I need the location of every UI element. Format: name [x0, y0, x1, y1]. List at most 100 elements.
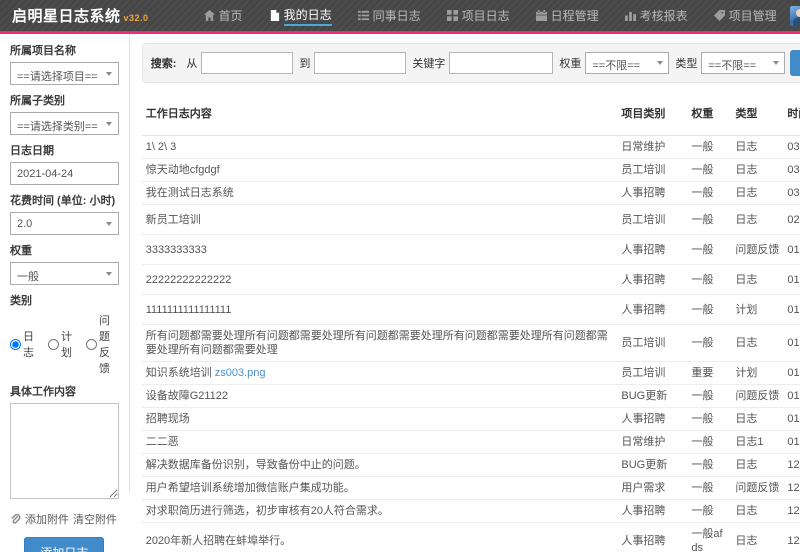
- log-weight-cell: 一般: [687, 408, 731, 431]
- search-button[interactable]: 搜索: [790, 50, 800, 76]
- nav-label: 项目管理: [729, 7, 777, 24]
- date-label: 日志日期: [10, 142, 119, 158]
- type-filter-label: 类型: [675, 55, 697, 71]
- log-category-cell: 员工培训: [617, 205, 687, 235]
- table-row: 设备故障G21122BUG更新一般问题反馈01-150.50: [142, 385, 800, 408]
- log-category-cell: 员工培训: [617, 362, 687, 385]
- log-type-cell: 日志: [731, 159, 783, 182]
- weight-filter-select[interactable]: ==不限==: [585, 52, 669, 74]
- content-textarea[interactable]: [10, 403, 119, 499]
- add-attachment-link[interactable]: 添加附件: [25, 511, 69, 527]
- subcategory-select[interactable]: ==请选择类别==: [10, 112, 119, 135]
- log-weight-cell: 一般: [687, 136, 731, 159]
- log-type-cell: 问题反馈: [731, 235, 783, 265]
- log-date-cell: 03-21: [783, 159, 800, 182]
- log-category-cell: 人事招聘: [617, 523, 687, 552]
- log-category-cell: 人事招聘: [617, 408, 687, 431]
- log-type-cell: 日志: [731, 325, 783, 362]
- log-category-cell: 日常维护: [617, 136, 687, 159]
- log-type-cell: 日志: [731, 265, 783, 295]
- log-category-cell: 用户需求: [617, 477, 687, 500]
- nav-label: 我的日志: [284, 6, 332, 26]
- type-filter-select[interactable]: ==不限==: [701, 52, 785, 74]
- hours-select[interactable]: 2.0: [10, 212, 119, 235]
- nav-item-schedule[interactable]: 日程管理: [523, 0, 612, 31]
- log-date-cell: 01-19: [783, 265, 800, 295]
- nav-item-colleague-logs[interactable]: 同事日志: [345, 0, 434, 31]
- chevron-down-icon: [651, 53, 668, 73]
- project-label: 所属项目名称: [10, 42, 119, 58]
- table-row: 用户希望培训系统增加微信账户集成功能。用户需求一般问题反馈12-292.00: [142, 477, 800, 500]
- log-content-cell: 1\ 2\ 3: [142, 136, 618, 159]
- table-row: 惊天动地cfgdgf员工培训一般日志03-212.00: [142, 159, 800, 182]
- nav-item-my-logs[interactable]: 我的日志: [256, 0, 345, 31]
- radio-feedback[interactable]: 问题反馈: [86, 312, 119, 376]
- table-row: 2020年新人招聘在蚌埠举行。人事招聘一般afds日志12-292.00: [142, 523, 800, 552]
- nav-item-project-mgmt[interactable]: 项目管理: [701, 0, 790, 31]
- weight-select[interactable]: 一般: [10, 262, 119, 285]
- table-row: 所有问题都需要处理所有问题都需要处理所有问题都需要处理所有问题都需要处理所有问题…: [142, 325, 800, 362]
- log-date-cell: 01-04: [783, 431, 800, 454]
- nav-menu: 首页 我的日志 同事日志 项目日志 日程管理 考核报表 项目管理: [191, 0, 790, 31]
- nav-item-project-logs[interactable]: 项目日志: [434, 0, 523, 31]
- nav-item-home[interactable]: 首页: [191, 0, 256, 31]
- log-type-cell: 日志1: [731, 431, 783, 454]
- log-category-cell: 人事招聘: [617, 295, 687, 325]
- header-weight: 权重: [687, 91, 731, 136]
- search-to-input[interactable]: [314, 52, 406, 74]
- log-type-cell: 日志: [731, 205, 783, 235]
- project-select[interactable]: ==请选择项目==: [10, 62, 119, 85]
- log-date-cell: 03-17: [783, 182, 800, 205]
- table-row: 3333333333人事招聘一般问题反馈01-192.00编辑删除: [142, 235, 800, 265]
- avatar[interactable]: [790, 6, 800, 26]
- log-date-cell: 01-19: [783, 295, 800, 325]
- tag-icon: [714, 10, 725, 21]
- radio-journal[interactable]: 日志: [10, 328, 34, 360]
- from-label: 从: [186, 55, 197, 71]
- log-weight-cell: 一般: [687, 235, 731, 265]
- brand-logo: 启明星日志系统v32.0: [12, 5, 149, 26]
- add-log-button[interactable]: 添加日志: [24, 537, 104, 552]
- nav-item-reports[interactable]: 考核报表: [612, 0, 701, 31]
- log-type-cell: 日志: [731, 500, 783, 523]
- log-date-cell: 01-15: [783, 408, 800, 431]
- search-panel: 搜索: 从 到 关键字 权重 ==不限== 类型 ==不限== 搜索 导出 日历…: [142, 43, 800, 83]
- to-label: 到: [299, 55, 310, 71]
- log-content-cell: 知识系统培训 zs003.png: [142, 362, 618, 385]
- chart-icon: [625, 10, 636, 21]
- page-content: 所属项目名称 ==请选择项目== 所属子类别 ==请选择类别== 日志日期 花费…: [0, 34, 800, 552]
- table-header-row: 工作日志内容 项目类别 权重 类型 时间 花费时间: [142, 91, 800, 136]
- nav-label: 同事日志: [373, 7, 421, 24]
- clear-attachment-link[interactable]: 清空附件: [73, 511, 117, 527]
- log-category-cell: 日常维护: [617, 431, 687, 454]
- table-row: 我在测试日志系统人事招聘一般日志03-172.00: [142, 182, 800, 205]
- table-row: 知识系统培训 zs003.png员工培训重要计划01-152.00: [142, 362, 800, 385]
- radio-plan[interactable]: 计划: [48, 328, 72, 360]
- log-category-cell: 员工培训: [617, 159, 687, 182]
- table-row: 解决数据库备份识别，导致备份中止的问题。BUG更新一般日志12-292.00: [142, 454, 800, 477]
- header-category: 项目类别: [617, 91, 687, 136]
- log-date-cell: 01-19: [783, 325, 800, 362]
- log-content-cell: 解决数据库备份识别，导致备份中止的问题。: [142, 454, 618, 477]
- log-content-cell: 22222222222222: [142, 265, 618, 295]
- log-type-cell: 问题反馈: [731, 385, 783, 408]
- log-content-cell: 用户希望培训系统增加微信账户集成功能。: [142, 477, 618, 500]
- chevron-down-icon: [101, 113, 118, 134]
- table-row: 1111111111111111人事招聘一般计划01-192.00编辑删除: [142, 295, 800, 325]
- date-input[interactable]: [10, 162, 119, 185]
- log-date-cell: 01-19: [783, 235, 800, 265]
- keyword-input[interactable]: [449, 52, 553, 74]
- paperclip-icon: [10, 514, 21, 525]
- log-category-cell: 人事招聘: [617, 182, 687, 205]
- nav-label: 项目日志: [462, 7, 510, 24]
- brand-version: v32.0: [124, 13, 149, 23]
- search-from-input[interactable]: [201, 52, 293, 74]
- log-content-cell: 2020年新人招聘在蚌埠举行。: [142, 523, 618, 552]
- weight-label: 权重: [10, 242, 119, 258]
- log-weight-cell: 一般: [687, 295, 731, 325]
- log-date-cell: 03-28: [783, 136, 800, 159]
- log-date-cell: 12-29: [783, 500, 800, 523]
- grid-icon: [447, 10, 458, 21]
- attachment-link[interactable]: zs003.png: [215, 367, 266, 379]
- content-label: 具体工作内容: [10, 383, 119, 399]
